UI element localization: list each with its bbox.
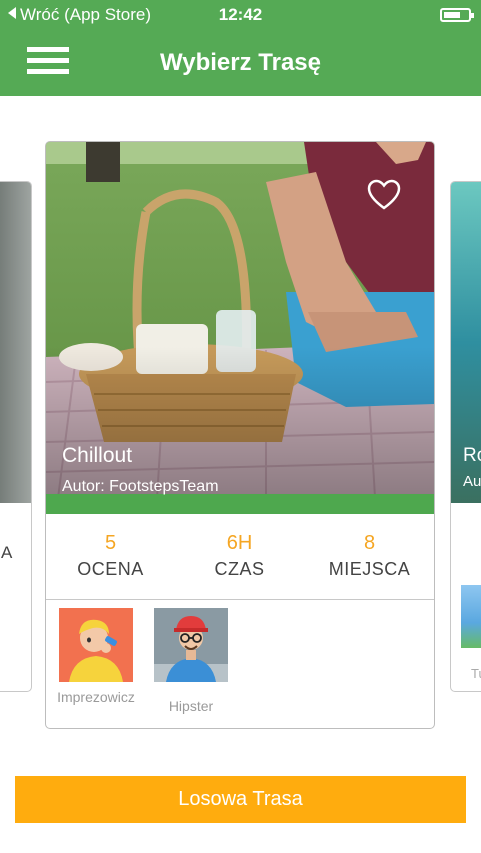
page-title: Wybierz Trasę	[160, 49, 321, 76]
category-avatar	[461, 585, 481, 648]
stat-time: 6H CZAS	[175, 532, 304, 580]
stat-value: 5	[104, 532, 117, 554]
route-stats: 5 OCENA 6H CZAS 8 MIEJSCA	[46, 515, 434, 600]
stat-value: 8	[363, 532, 376, 554]
route-name: Chillout	[62, 444, 133, 467]
partygoer-avatar-icon[interactable]	[59, 608, 133, 682]
category-label: Hipster	[168, 698, 214, 714]
route-card-next[interactable]: Ro Au Tu	[450, 181, 481, 692]
stat-rating: 5 OCENA	[46, 532, 175, 580]
random-route-button[interactable]: Losowa Trasa	[15, 776, 466, 823]
route-photo: Chillout Autor: FootstepsTeam	[46, 142, 434, 514]
route-name-fragment: Ro	[463, 445, 481, 466]
status-bar: Wróć (App Store) 12:42	[0, 0, 481, 30]
route-card[interactable]: Chillout Autor: FootstepsTeam 5 OCENA 6H…	[45, 141, 435, 729]
status-time: 12:42	[218, 5, 263, 24]
favorite-heart-icon[interactable]	[367, 179, 401, 211]
app-header: Wróć (App Store) 12:42 Wybierz Trasę	[0, 0, 481, 96]
battery-icon	[440, 8, 474, 22]
hipster-avatar-icon[interactable]	[154, 608, 228, 682]
stat-label: OCENA	[77, 559, 144, 579]
route-author-fragment: Au	[463, 473, 481, 490]
stat-value: 6H	[226, 532, 253, 554]
stat-label: MIEJSCA	[328, 559, 411, 579]
stat-label-fragment: A	[1, 543, 13, 562]
route-author: Autor: FootstepsTeam	[62, 478, 219, 495]
stat-places: 8 MIEJSCA	[305, 532, 434, 580]
route-card-previous[interactable]: A	[0, 181, 32, 692]
route-photo	[0, 182, 31, 503]
route-categories: Imprezowicz Hipster	[46, 600, 434, 728]
category-label-fragment: Tu	[471, 666, 481, 681]
category-label: Imprezowicz	[57, 689, 135, 705]
stat-label: CZAS	[214, 559, 265, 579]
